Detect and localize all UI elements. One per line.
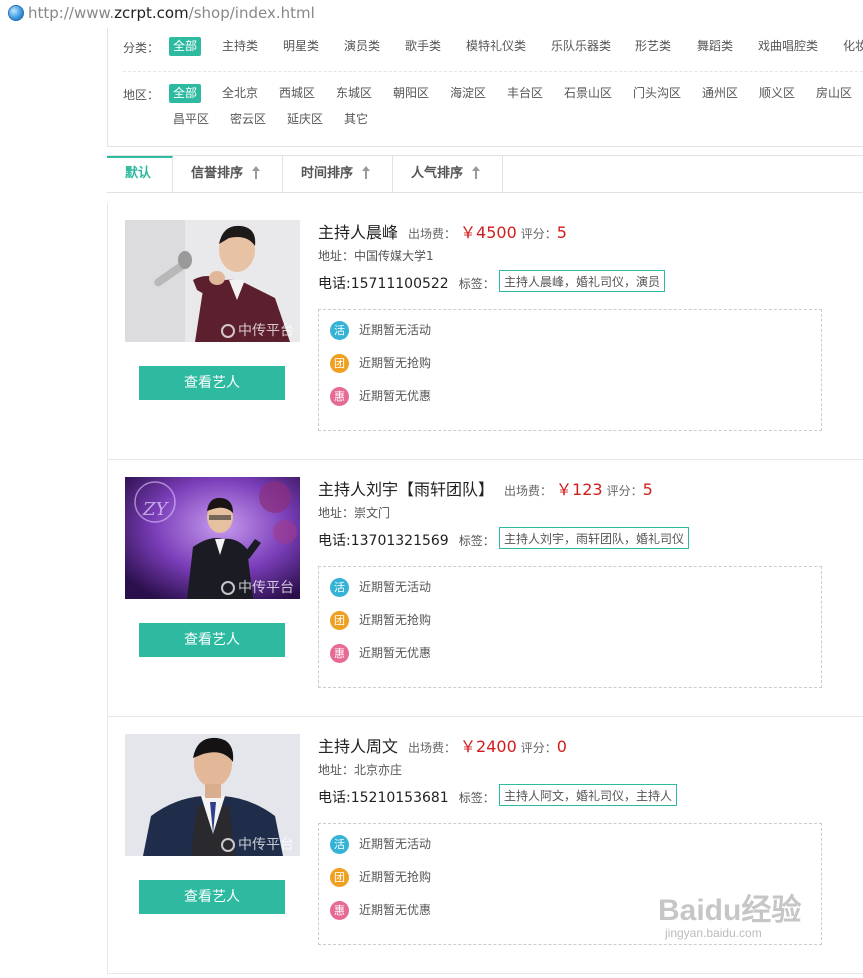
artist-score: 0 xyxy=(556,737,567,756)
region-chip[interactable]: 西城区 xyxy=(279,84,315,103)
promo-activity: 活近期暂无活动 xyxy=(330,835,431,854)
artist-card: ZY 中传平台 查看艺人 主持人刘宇【雨轩团队】 出场费： ￥123 评分：5 地址：… xyxy=(107,460,863,717)
tab-popularity-sort[interactable]: 人气排序 xyxy=(393,156,503,192)
photo-watermark: 中传平台 xyxy=(221,577,294,597)
artist-name-row: 主持人刘宇【雨轩团队】 出场费： ￥123 评分：5 xyxy=(318,480,653,499)
category-chip[interactable]: 歌手类 xyxy=(405,37,441,56)
view-artist-button[interactable]: 查看艺人 xyxy=(139,880,285,914)
region-chip[interactable]: 延庆区 xyxy=(287,110,323,129)
artist-photo[interactable]: 中传平台 xyxy=(125,220,300,342)
url-text[interactable]: http://www.zcrpt.com/shop/index.html xyxy=(28,4,315,22)
arrow-up-icon xyxy=(362,166,371,179)
promo-groupbuy: 团近期暂无抢购 xyxy=(330,611,431,630)
artist-name[interactable]: 主持人周文 xyxy=(318,737,398,756)
category-chip[interactable]: 戏曲唱腔类 xyxy=(758,37,818,56)
tab-time-sort[interactable]: 时间排序 xyxy=(283,156,393,192)
region-chip[interactable]: 密云区 xyxy=(230,110,266,129)
region-chip[interactable]: 顺义区 xyxy=(759,84,795,103)
region-chip[interactable]: 全北京 xyxy=(222,84,258,103)
artist-phone: 电话:15210153681 标签： xyxy=(318,790,495,806)
artist-address: 地址：北京亦庄 xyxy=(318,763,403,777)
region-chip[interactable]: 海淀区 xyxy=(450,84,486,103)
category-chip[interactable]: 明星类 xyxy=(283,37,319,56)
region-label: 地区： xyxy=(123,88,160,102)
activity-icon: 活 xyxy=(330,578,349,597)
artist-address: 地址：中国传媒大学1 xyxy=(318,249,434,263)
region-chip[interactable]: 房山区 xyxy=(816,84,852,103)
promo-discount: 惠近期暂无优惠 xyxy=(330,387,431,406)
tab-default[interactable]: 默认 xyxy=(107,156,173,192)
photo-watermark: 中传平台 xyxy=(221,834,294,854)
region-chip[interactable]: 其它 xyxy=(344,110,368,129)
promo-box: 活近期暂无活动 团近期暂无抢购 惠近期暂无优惠 xyxy=(318,566,822,688)
artist-photo[interactable]: ZY 中传平台 xyxy=(125,477,300,599)
category-chip[interactable]: 形艺类 xyxy=(635,37,671,56)
region-chip[interactable]: 昌平区 xyxy=(173,110,209,129)
artist-score: 5 xyxy=(556,223,567,242)
artist-tags: 主持人阿文，婚礼司仪，主持人 xyxy=(499,784,678,806)
artist-tags: 主持人晨峰，婚礼司仪，演员 xyxy=(499,270,666,292)
artist-phone: 电话:15711100522 标签： xyxy=(318,276,495,292)
category-chip[interactable]: 模特礼仪类 xyxy=(466,37,526,56)
artist-name-row: 主持人晨峰 出场费： ￥4500 评分：5 xyxy=(318,223,567,242)
artist-score: 5 xyxy=(642,480,653,499)
category-label: 分类： xyxy=(123,41,160,55)
artist-address: 地址：崇文门 xyxy=(318,506,391,520)
promo-discount: 惠近期暂无优惠 xyxy=(330,644,431,663)
artist-price: ￥123 xyxy=(556,480,603,499)
globe-icon xyxy=(8,5,24,21)
groupbuy-icon: 团 xyxy=(330,611,349,630)
filter-panel: 分类： 全部 主持类 明星类 演员类 歌手类 模特礼仪类 乐队乐器类 形艺类 舞… xyxy=(107,28,863,147)
activity-icon: 活 xyxy=(330,321,349,340)
region-chip[interactable]: 石景山区 xyxy=(564,84,612,103)
artist-name-row: 主持人周文 出场费： ￥2400 评分：0 xyxy=(318,737,567,756)
artist-tags: 主持人刘宇，雨轩团队，婚礼司仪 xyxy=(499,527,690,549)
groupbuy-icon: 团 xyxy=(330,868,349,887)
region-chip[interactable]: 全部 xyxy=(169,84,202,103)
promo-box: 活近期暂无活动 团近期暂无抢购 惠近期暂无优惠 xyxy=(318,309,822,431)
view-artist-button[interactable]: 查看艺人 xyxy=(139,623,285,657)
svg-text:ZY: ZY xyxy=(142,499,170,520)
arrow-up-icon xyxy=(252,166,261,179)
region-chip[interactable]: 朝阳区 xyxy=(393,84,429,103)
filter-divider xyxy=(123,71,863,72)
tab-credit-sort[interactable]: 信誉排序 xyxy=(173,156,283,192)
promo-activity: 活近期暂无活动 xyxy=(330,321,431,340)
category-chip[interactable]: 化妆 xyxy=(843,37,863,56)
arrow-up-icon xyxy=(472,166,481,179)
groupbuy-icon: 团 xyxy=(330,354,349,373)
promo-groupbuy: 团近期暂无抢购 xyxy=(330,354,431,373)
view-artist-button[interactable]: 查看艺人 xyxy=(139,366,285,400)
artist-price: ￥2400 xyxy=(460,737,517,756)
promo-discount: 惠近期暂无优惠 xyxy=(330,901,431,920)
region-chip[interactable]: 东城区 xyxy=(336,84,372,103)
sort-bar: 默认 信誉排序 时间排序 人气排序 xyxy=(107,155,863,193)
artist-photo[interactable]: 中传平台 xyxy=(125,734,300,856)
promo-activity: 活近期暂无活动 xyxy=(330,578,431,597)
category-chip[interactable]: 全部 xyxy=(169,37,202,56)
activity-icon: 活 xyxy=(330,835,349,854)
artist-name[interactable]: 主持人晨峰 xyxy=(318,223,398,242)
baidu-watermark-url: jingyan.baidu.com xyxy=(665,926,762,940)
artist-price: ￥4500 xyxy=(460,223,517,242)
discount-icon: 惠 xyxy=(330,387,349,406)
discount-icon: 惠 xyxy=(330,901,349,920)
address-bar[interactable]: http://www.zcrpt.com/shop/index.html xyxy=(0,0,863,28)
region-chip[interactable]: 门头沟区 xyxy=(633,84,681,103)
baidu-watermark: Baidu经验 xyxy=(658,894,802,927)
region-chip[interactable]: 丰台区 xyxy=(507,84,543,103)
artist-phone: 电话:13701321569 标签： xyxy=(318,533,495,549)
category-chip[interactable]: 演员类 xyxy=(344,37,380,56)
category-chip[interactable]: 乐队乐器类 xyxy=(551,37,611,56)
photo-watermark: 中传平台 xyxy=(221,320,294,340)
artist-card: 中传平台 查看艺人 主持人晨峰 出场费： ￥4500 评分：5 地址：中国传媒大学1 … xyxy=(107,203,863,460)
artist-name[interactable]: 主持人刘宇【雨轩团队】 xyxy=(318,480,494,499)
category-chip[interactable]: 主持类 xyxy=(222,37,258,56)
discount-icon: 惠 xyxy=(330,644,349,663)
category-chip[interactable]: 舞蹈类 xyxy=(697,37,733,56)
region-chip[interactable]: 通州区 xyxy=(702,84,738,103)
promo-groupbuy: 团近期暂无抢购 xyxy=(330,868,431,887)
